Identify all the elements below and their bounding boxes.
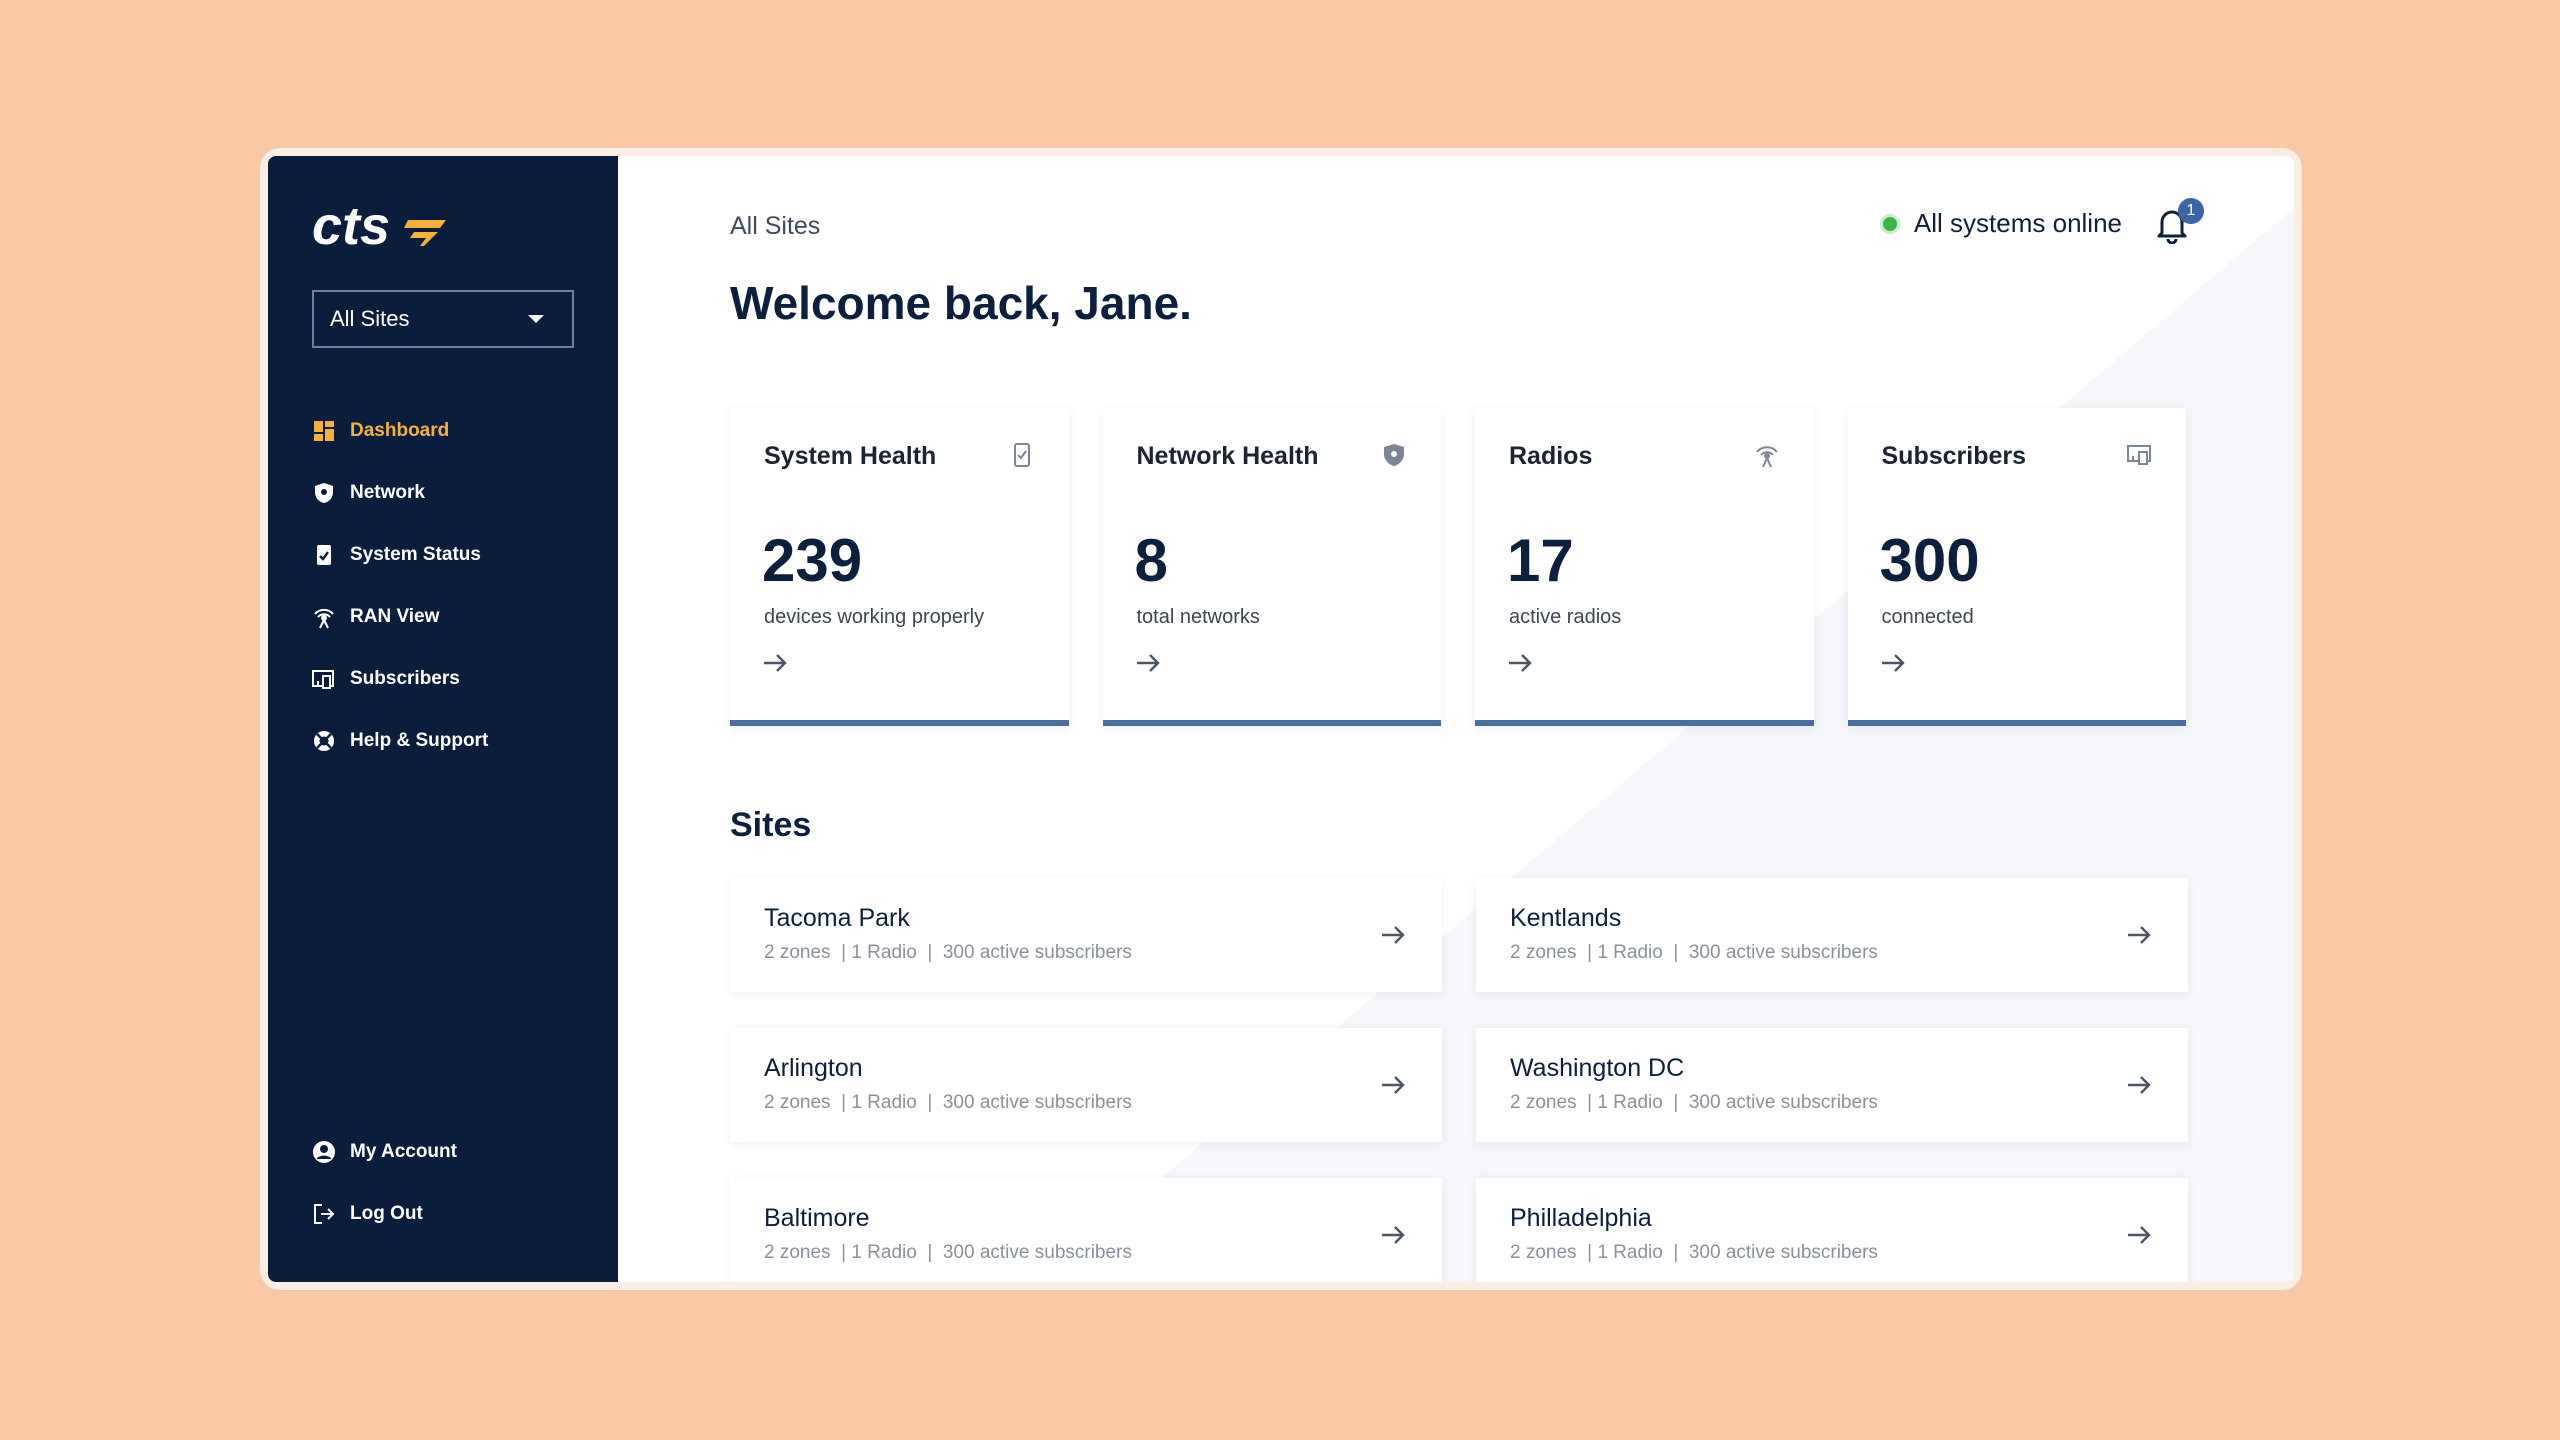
- account-icon: [312, 1140, 336, 1164]
- arrow-right-icon: [764, 654, 787, 672]
- dashboard-icon: [312, 419, 336, 443]
- site-name: Washington DC: [1510, 1054, 1685, 1082]
- caret-down-icon: [528, 315, 544, 323]
- site-meta: 2 zones | 1 Radio | 300 active subscribe…: [1510, 1092, 1878, 1113]
- sidebar-item-dashboard[interactable]: Dashboard: [312, 400, 602, 462]
- sites-list: Tacoma Park 2 zones | 1 Radio | 300 acti…: [730, 878, 2190, 1282]
- site-meta: 2 zones | 1 Radio | 300 active subscribe…: [1510, 1242, 1878, 1263]
- site-select[interactable]: All Sites: [312, 290, 574, 348]
- antenna-icon: [312, 605, 336, 629]
- notifications-button[interactable]: 1: [2154, 198, 2204, 246]
- welcome-heading: Welcome back, Jane.: [730, 277, 1192, 329]
- main-content: All Sites All systems online 1 Welcome b…: [618, 156, 2294, 1282]
- clipboard-check-icon: [1013, 443, 1030, 467]
- card-caption: devices working properly: [764, 606, 985, 628]
- card-caption: active radios: [1509, 606, 1622, 628]
- site-card-baltimore[interactable]: Baltimore 2 zones | 1 Radio | 300 active…: [730, 1178, 1442, 1282]
- sidebar-item-system-status[interactable]: System Status: [312, 524, 602, 586]
- site-card-tacoma-park[interactable]: Tacoma Park 2 zones | 1 Radio | 300 acti…: [730, 878, 1442, 992]
- arrow-right-icon: [1382, 1076, 1405, 1094]
- site-card-washington-dc[interactable]: Washington DC 2 zones | 1 Radio | 300 ac…: [1476, 1028, 2188, 1142]
- sidebar-nav: Dashboard Network System Status RAN View…: [312, 400, 602, 772]
- card-value: 300: [1879, 527, 1980, 594]
- arrow-right-icon: [2128, 926, 2151, 944]
- clipboard-check-icon: [312, 543, 336, 567]
- arrow-right-icon: [1382, 1226, 1405, 1244]
- card-caption: total networks: [1136, 606, 1260, 628]
- sites-heading: Sites: [730, 806, 812, 844]
- sidebar: cts All Sites Dashboard Network System S…: [268, 156, 618, 1282]
- devices-icon: [312, 667, 336, 691]
- card-title: Subscribers: [1881, 442, 2027, 470]
- sidebar-item-help-support[interactable]: Help & Support: [312, 710, 602, 772]
- card-value: 17: [1507, 527, 1574, 594]
- site-card-arlington[interactable]: Arlington 2 zones | 1 Radio | 300 active…: [730, 1028, 1442, 1142]
- card-system-health[interactable]: System Health 239 devices working proper…: [730, 408, 1069, 726]
- status-text: All systems online: [1913, 208, 2122, 238]
- sidebar-item-log-out[interactable]: Log Out: [312, 1183, 602, 1245]
- notification-badge: 1: [2178, 198, 2204, 224]
- sidebar-item-label: My Account: [350, 1141, 457, 1162]
- sidebar-item-label: Subscribers: [350, 668, 460, 689]
- sidebar-item-my-account[interactable]: My Account: [312, 1121, 602, 1183]
- site-name: Kentlands: [1510, 904, 1622, 932]
- lifebuoy-icon: [312, 729, 336, 753]
- arrow-right-icon: [1881, 654, 1905, 672]
- sidebar-item-label: Log Out: [350, 1203, 423, 1224]
- site-name: Philladelphia: [1510, 1204, 1652, 1232]
- shield-icon: [312, 481, 336, 505]
- arrow-right-icon: [2128, 1076, 2151, 1094]
- site-card-philladelphia[interactable]: Philladelphia 2 zones | 1 Radio | 300 ac…: [1476, 1178, 2188, 1282]
- sidebar-item-label: Help & Support: [350, 730, 489, 751]
- site-name: Tacoma Park: [764, 904, 910, 932]
- summary-cards: System Health 239 devices working proper…: [730, 408, 2186, 726]
- cts-logo: cts: [312, 198, 446, 256]
- site-meta: 2 zones | 1 Radio | 300 active subscribe…: [764, 1242, 1132, 1263]
- sidebar-item-label: Dashboard: [350, 420, 450, 441]
- breadcrumb: All Sites: [730, 212, 821, 240]
- site-card-kentlands[interactable]: Kentlands 2 zones | 1 Radio | 300 active…: [1476, 878, 2188, 992]
- site-meta: 2 zones | 1 Radio | 300 active subscribe…: [764, 1092, 1132, 1113]
- shield-icon: [1384, 444, 1404, 466]
- site-name: Baltimore: [764, 1204, 870, 1232]
- card-caption: connected: [1881, 606, 1974, 628]
- sidebar-item-subscribers[interactable]: Subscribers: [312, 648, 602, 710]
- app-frame: cts All Sites Dashboard Network System S…: [260, 148, 2302, 1290]
- card-title: Radios: [1509, 442, 1593, 470]
- sidebar-bottom-nav: My Account Log Out: [312, 1121, 602, 1245]
- card-network-health[interactable]: Network Health 8 total networks: [1102, 408, 1441, 726]
- sidebar-item-label: RAN View: [350, 606, 440, 627]
- sidebar-item-label: System Status: [350, 544, 481, 565]
- card-title: Network Health: [1136, 442, 1319, 470]
- sidebar-item-ran-view[interactable]: RAN View: [312, 586, 602, 648]
- card-subscribers[interactable]: Subscribers 300 connected: [1847, 408, 2186, 726]
- app-window: cts All Sites Dashboard Network System S…: [268, 156, 2294, 1282]
- card-value: 8: [1134, 527, 1168, 594]
- card-title: System Health: [764, 442, 937, 470]
- site-meta: 2 zones | 1 Radio | 300 active subscribe…: [764, 942, 1132, 963]
- devices-icon: [2127, 445, 2151, 465]
- logout-icon: [312, 1202, 336, 1226]
- arrow-right-icon: [2128, 1226, 2151, 1244]
- system-status-indicator: All systems online: [1879, 208, 2122, 239]
- card-radios[interactable]: Radios 17 active radios: [1475, 408, 1814, 726]
- card-value: 239: [762, 527, 863, 594]
- site-meta: 2 zones | 1 Radio | 300 active subscribe…: [1510, 942, 1878, 963]
- site-select-value: All Sites: [330, 306, 410, 331]
- sidebar-item-network[interactable]: Network: [312, 462, 602, 524]
- arrow-right-icon: [1136, 654, 1160, 672]
- logo-text: cts: [312, 198, 390, 256]
- sidebar-item-label: Network: [350, 482, 425, 503]
- antenna-icon: [1755, 446, 1778, 468]
- arrow-right-icon: [1382, 926, 1405, 944]
- status-dot: [1879, 213, 1900, 234]
- site-name: Arlington: [764, 1054, 863, 1082]
- arrow-right-icon: [1509, 654, 1532, 672]
